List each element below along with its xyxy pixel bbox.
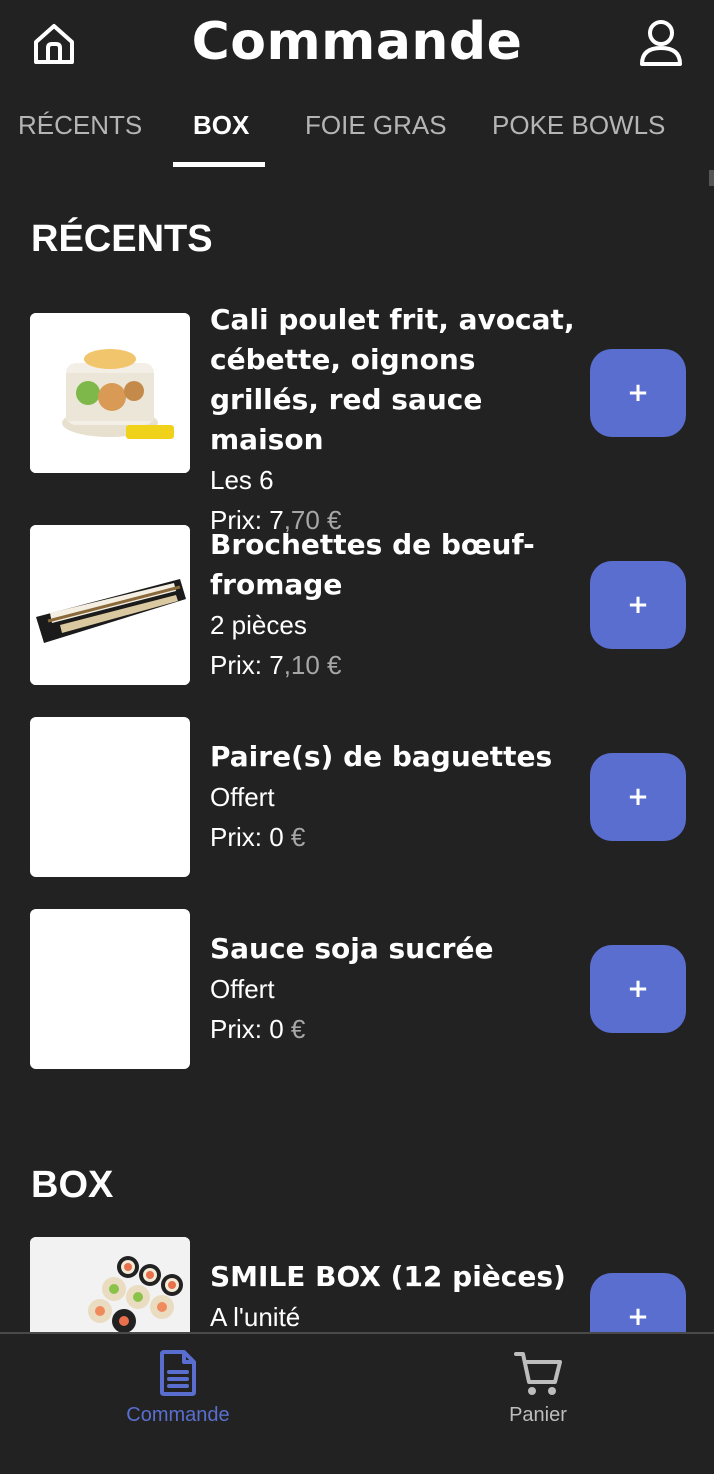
product-name: Sauce soja sucrée [210, 932, 494, 965]
bottom-navigation: Commande Panier [0, 1332, 714, 1474]
nav-item-panier[interactable]: Panier [438, 1334, 638, 1474]
product-desc: Offert [210, 974, 275, 1004]
cart-icon [514, 1348, 562, 1398]
product-price: Prix: 0 € [210, 822, 306, 852]
product-name: Brochettes de bœuf-fromage [210, 528, 535, 601]
list-item: SMILE BOX (12 pièces) A l'unité + [0, 1237, 714, 1332]
add-to-cart-button[interactable]: + [590, 1273, 686, 1332]
list-item: Paire(s) de baguettes Offert Prix: 0 € + [0, 717, 714, 887]
nav-label-commande: Commande [126, 1404, 230, 1426]
product-list: RÉCENTS Cali poulet frit, avocat, cébett… [0, 172, 714, 1332]
product-image [30, 717, 190, 877]
list-item: Cali poulet frit, avocat, cébette, oigno… [0, 303, 714, 535]
category-tabs: RÉCENTS BOX FOIE GRAS POKE BOWLS [0, 96, 714, 172]
tab-foie-gras[interactable]: FOIE GRAS [305, 110, 447, 141]
tab-recents[interactable]: RÉCENTS [18, 110, 142, 141]
product-desc: Offert [210, 782, 275, 812]
product-image [30, 909, 190, 1069]
nav-label-panier: Panier [509, 1404, 567, 1426]
section-title-box: BOX [31, 1164, 114, 1206]
product-info: Sauce soja sucrée Offert Prix: 0 € [210, 929, 580, 1049]
user-icon[interactable] [636, 18, 686, 68]
product-info: Cali poulet frit, avocat, cébette, oigno… [210, 300, 580, 540]
product-name: Paire(s) de baguettes [210, 740, 553, 773]
product-desc: Les 6 [210, 465, 274, 495]
list-item: Brochettes de bœuf-fromage 2 pièces Prix… [0, 525, 714, 695]
tab-poke-bowls[interactable]: POKE BOWLS [492, 110, 665, 141]
product-image [30, 313, 190, 473]
product-price: Prix: 7,10 € [210, 650, 342, 680]
tab-box[interactable]: BOX [193, 110, 249, 141]
active-tab-indicator [173, 162, 265, 167]
product-info: Brochettes de bœuf-fromage 2 pièces Prix… [210, 525, 580, 685]
document-icon [154, 1348, 202, 1398]
add-to-cart-button[interactable]: + [590, 945, 686, 1033]
section-title-recents: RÉCENTS [31, 218, 213, 260]
product-name: Cali poulet frit, avocat, cébette, oigno… [210, 303, 575, 456]
product-info: SMILE BOX (12 pièces) A l'unité [210, 1257, 580, 1332]
product-info: Paire(s) de baguettes Offert Prix: 0 € [210, 737, 580, 857]
product-image [30, 1237, 190, 1332]
product-desc: 2 pièces [210, 610, 307, 640]
product-desc: A l'unité [210, 1302, 301, 1332]
product-image [30, 525, 190, 685]
add-to-cart-button[interactable]: + [590, 349, 686, 437]
add-to-cart-button[interactable]: + [590, 561, 686, 649]
product-price: Prix: 0 € [210, 1014, 306, 1044]
app-header: Commande [0, 0, 714, 92]
nav-item-commande[interactable]: Commande [78, 1334, 278, 1474]
list-item: Sauce soja sucrée Offert Prix: 0 € + [0, 909, 714, 1079]
page-title: Commande [191, 12, 523, 72]
add-to-cart-button[interactable]: + [590, 753, 686, 841]
product-name: SMILE BOX (12 pièces) [210, 1260, 566, 1293]
